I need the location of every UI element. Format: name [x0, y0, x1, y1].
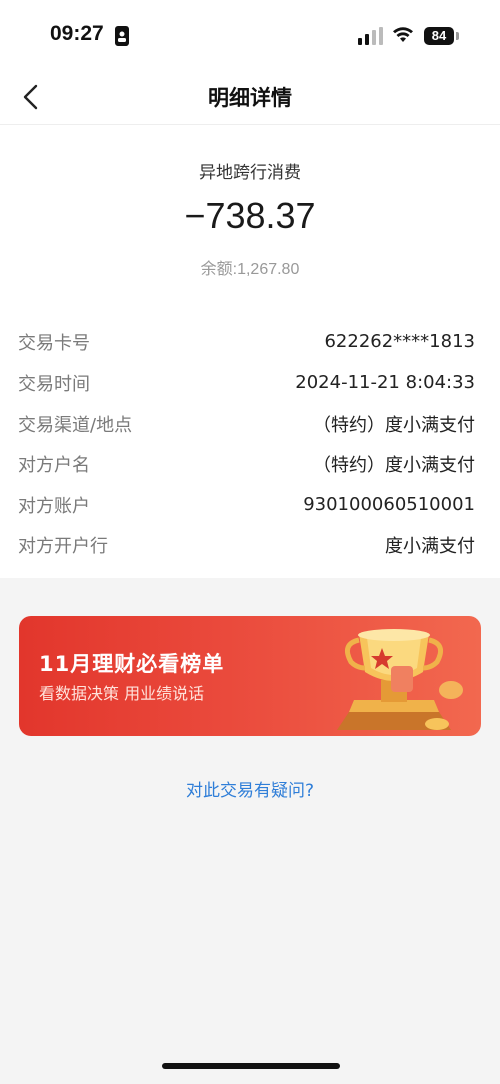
detail-label: 对方开户行	[18, 535, 108, 557]
detail-row-card-number: 交易卡号 622262****1813	[18, 321, 475, 362]
detail-label: 交易时间	[18, 373, 90, 395]
detail-value: 622262****1813	[324, 331, 475, 352]
status-time: 09:27	[50, 22, 104, 45]
transaction-details: 交易卡号 622262****1813 交易时间 2024-11-21 8:04…	[0, 305, 500, 578]
banner-subtitle: 看数据决策 用业绩说话	[39, 684, 205, 703]
cellular-signal-icon	[358, 27, 383, 45]
detail-value: 2024-11-21 8:04:33	[295, 372, 475, 393]
detail-value: 930100060510001	[303, 494, 475, 515]
detail-row-counterparty-name: 对方户名 （特约）度小满支付	[18, 443, 475, 484]
detail-row-counterparty-account: 对方账户 930100060510001	[18, 484, 475, 525]
account-balance: 余额:1,267.80	[200, 261, 300, 278]
detail-row-counterparty-bank: 对方开户行 度小满支付	[18, 524, 475, 565]
status-bar: 09:27 84	[0, 0, 500, 70]
battery-level: 84	[424, 27, 454, 45]
transaction-type: 异地跨行消费	[199, 163, 301, 183]
nav-bar: 明细详情	[0, 70, 500, 125]
detail-row-channel: 交易渠道/地点 （特约）度小满支付	[18, 403, 475, 444]
detail-value: 度小满支付	[385, 535, 475, 557]
wifi-icon	[393, 27, 413, 42]
detail-label: 交易卡号	[18, 332, 90, 354]
battery-tip	[456, 32, 459, 40]
transaction-amount: −738.37	[184, 195, 316, 236]
transaction-summary: 异地跨行消费 −738.37 余额:1,267.80	[0, 125, 500, 305]
promo-banner[interactable]: 11月理财必看榜单 看数据决策 用业绩说话	[19, 616, 481, 736]
detail-value: （特约）度小满支付	[313, 414, 475, 436]
transaction-question-link[interactable]: 对此交易有疑问?	[0, 776, 500, 801]
page-title: 明细详情	[208, 86, 292, 110]
sim-card-icon	[115, 26, 129, 46]
detail-label: 对方账户	[18, 495, 90, 517]
banner-title: 11月理财必看榜单	[39, 652, 225, 676]
detail-row-time: 交易时间 2024-11-21 8:04:33	[18, 362, 475, 403]
trophy-icon	[337, 629, 463, 730]
detail-label: 交易渠道/地点	[18, 414, 133, 436]
home-indicator[interactable]	[162, 1063, 340, 1069]
detail-label: 对方户名	[18, 454, 90, 476]
detail-value: （特约）度小满支付	[313, 454, 475, 476]
